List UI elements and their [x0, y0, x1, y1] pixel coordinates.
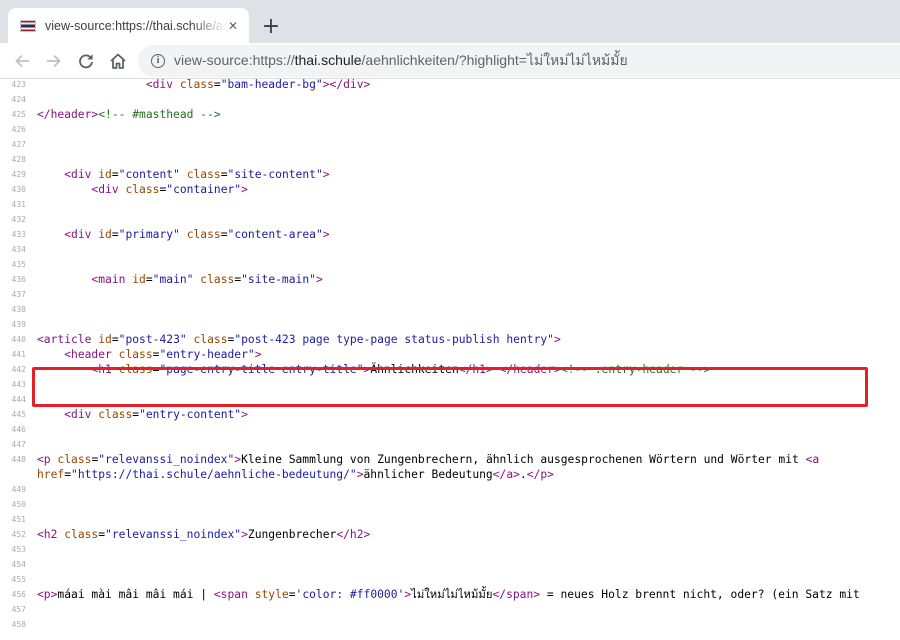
url-text: view-source:https://thai.schule/aehnlich…: [174, 50, 628, 72]
address-bar[interactable]: i view-source:https://thai.schule/aehnli…: [138, 45, 900, 77]
line-number: 442: [11, 365, 26, 374]
line-number: 457: [11, 605, 26, 614]
line-number: 440: [11, 335, 26, 344]
line-number: 450: [11, 500, 26, 509]
browser-toolbar: i view-source:https://thai.schule/aehnli…: [0, 43, 900, 79]
line-number: 425: [11, 110, 26, 119]
page-source-view: 423 <div class="bam-header-bg"></div> 424…: [0, 79, 900, 640]
line-number: 443: [11, 380, 26, 389]
home-icon: [110, 53, 126, 69]
close-icon[interactable]: ✕: [225, 18, 241, 34]
url-host: thai.schule: [294, 52, 362, 68]
line-number: 455: [11, 575, 26, 584]
reload-button[interactable]: [72, 47, 100, 75]
line-number: 434: [11, 245, 26, 254]
tab-strip: view-source:https://thai.schule/aehnlich…: [0, 0, 900, 43]
line-number: 427: [11, 140, 26, 149]
source-code: <div class="bam-header-bg"></div>: [145, 79, 371, 91]
source-code: <h2 class="relevanssi_noindex">Zungenbre…: [37, 528, 371, 541]
line-number: 429: [11, 170, 26, 179]
source-code: <p class="relevanssi_noindex">Kleine Sam…: [37, 453, 820, 466]
line-number: 435: [11, 260, 26, 269]
line-number: 426: [11, 125, 26, 134]
line-number: 453: [11, 545, 26, 554]
source-code: <p>máai mài mâi mâi mái | <span style='c…: [37, 588, 860, 601]
line-number: 431: [11, 200, 26, 209]
arrow-left-icon: [15, 54, 29, 68]
reload-icon: [79, 54, 93, 69]
source-code: <article id="post-423" class="post-423 p…: [37, 333, 561, 346]
source-code: <div class="container">: [91, 183, 248, 196]
source-code: <header class="entry-header">: [64, 348, 262, 361]
line-number: 456: [11, 590, 26, 599]
line-number: 452: [11, 530, 26, 539]
line-number: 433: [11, 230, 26, 239]
home-button[interactable]: [104, 47, 132, 75]
line-number: 439: [11, 320, 26, 329]
source-code: <div id="primary" class="content-area">: [64, 228, 330, 241]
thailand-flag-icon: [20, 19, 36, 32]
line-number: 436: [11, 275, 26, 284]
line-number: 423: [11, 80, 26, 89]
line-number: 437: [11, 290, 26, 299]
source-code: <div class="entry-content">: [64, 408, 248, 421]
source-code: <main id="main" class="site-main">: [91, 273, 323, 286]
source-code: <div id="content" class="site-content">: [64, 168, 330, 181]
line-number: 458: [11, 620, 26, 629]
line-number: 432: [11, 215, 26, 224]
arrow-right-icon: [47, 54, 61, 68]
line-number: 445: [11, 410, 26, 419]
line-number: 428: [11, 155, 26, 164]
line-number: 454: [11, 560, 26, 569]
url-path: /aehnlichkeiten/?highlight=ไม่ใหม่ไม่ไหม…: [361, 52, 628, 68]
line-number: 444: [11, 395, 26, 404]
line-number: 441: [11, 350, 26, 359]
line-number: 438: [11, 305, 26, 314]
line-number: 447: [11, 440, 26, 449]
new-tab-button[interactable]: +: [257, 12, 285, 40]
source-code: href="https://thai.schule/aehnliche-bede…: [37, 468, 554, 481]
browser-tab[interactable]: view-source:https://thai.schule/aehnlich…: [8, 8, 249, 43]
line-number: 451: [11, 515, 26, 524]
forward-button[interactable]: [40, 47, 68, 75]
line-number: 430: [11, 185, 26, 194]
url-prefix: view-source:https://: [174, 52, 295, 68]
back-button[interactable]: [8, 47, 36, 75]
tab-title: view-source:https://thai.schule/aehnlich…: [45, 18, 227, 33]
line-number: 448: [11, 455, 26, 464]
source-code: </header><!-- #masthead -->: [37, 108, 221, 121]
line-number: 449: [11, 485, 26, 494]
info-icon[interactable]: i: [151, 54, 165, 68]
line-number: 446: [11, 425, 26, 434]
line-number: 424: [11, 95, 26, 104]
highlight-box: [32, 367, 868, 407]
